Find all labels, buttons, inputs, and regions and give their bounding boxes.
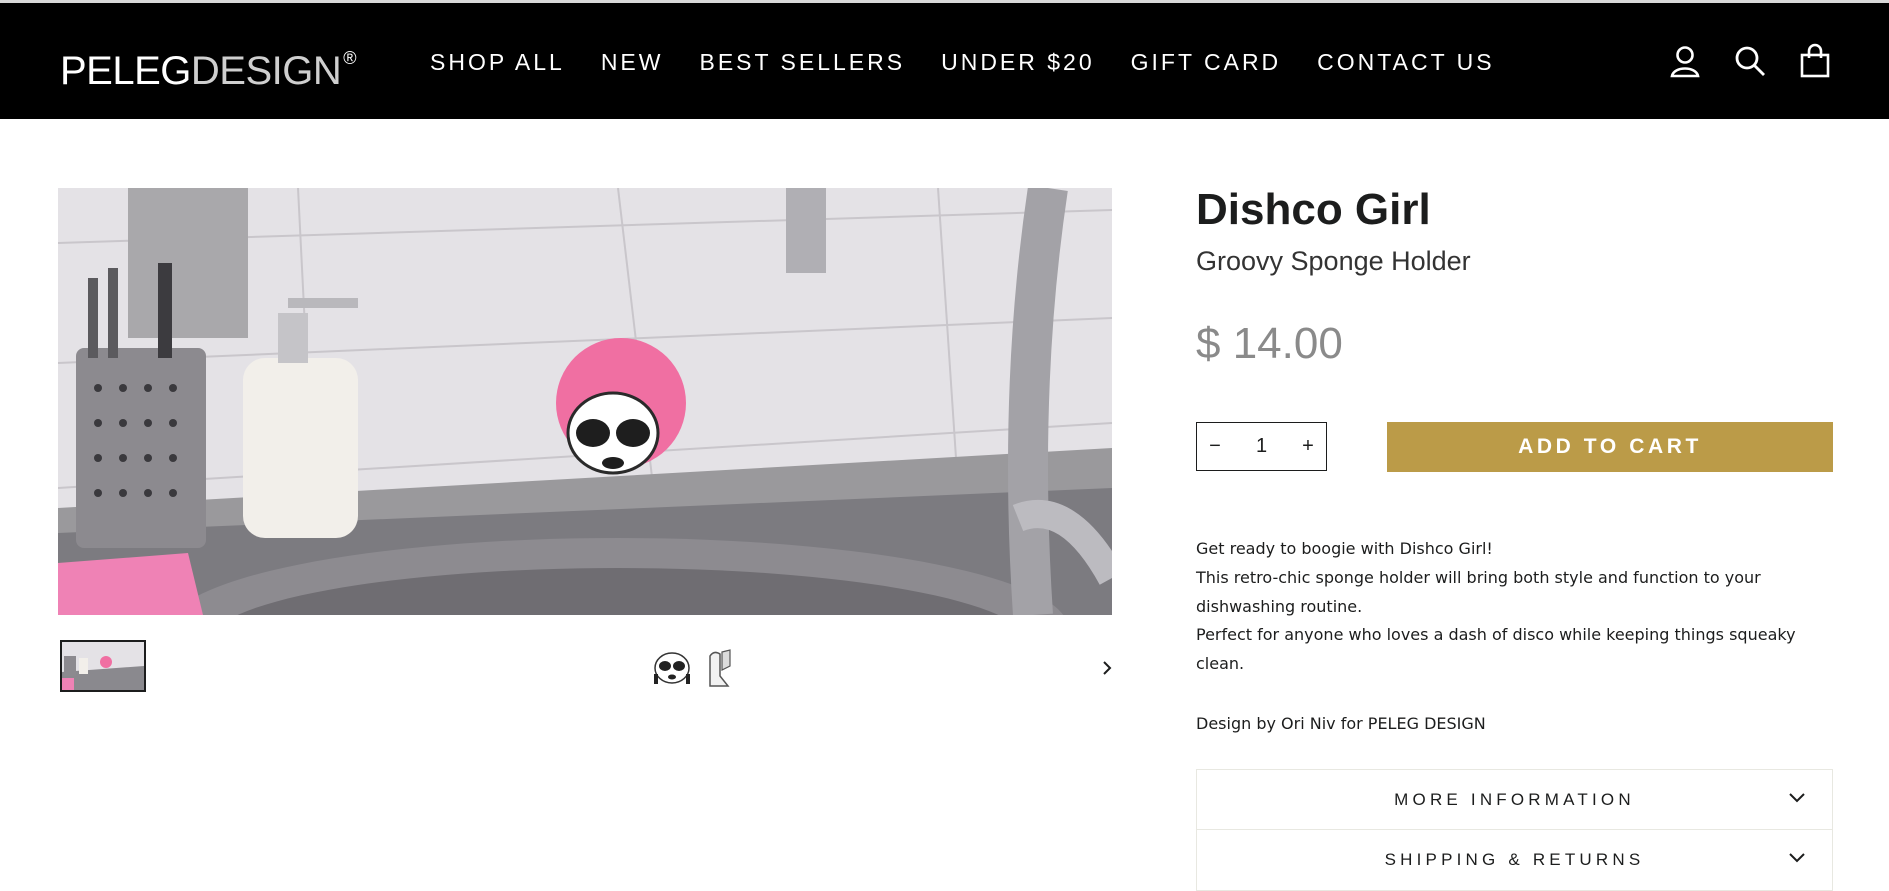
add-to-cart-button[interactable]: ADD TO CART — [1387, 422, 1833, 472]
product-description: Get ready to boogie with Dishco Girl! Th… — [1196, 535, 1816, 679]
search-icon[interactable] — [1734, 43, 1766, 79]
description-line: This retro-chic sponge holder will bring… — [1196, 567, 1761, 616]
product-price: $ 14.00 — [1196, 319, 1343, 368]
nav-shop-all[interactable]: SHOP ALL — [430, 43, 565, 81]
accordion-shipping-returns[interactable]: SHIPPING & RETURNS — [1197, 830, 1832, 890]
kitchen-sink-photo — [58, 188, 1112, 615]
description-line: Perfect for anyone who loves a dash of d… — [1196, 625, 1796, 674]
product-main-image[interactable] — [58, 188, 1112, 615]
nav-best-sellers[interactable]: BEST SELLERS — [699, 43, 905, 81]
main-nav: SHOP ALL NEW BEST SELLERS UNDER $20 GIFT… — [430, 43, 1531, 81]
designer-credit: Design by Ori Niv for PELEG DESIGN — [1196, 714, 1486, 733]
site-header: PELEGDESIGN ® SHOP ALL NEW BEST SELLERS U… — [0, 0, 1889, 119]
product-title: Dishco Girl — [1196, 185, 1431, 234]
thumbnail-kitchen-scene[interactable] — [60, 640, 146, 692]
header-icons — [1669, 43, 1831, 79]
chevron-down-icon — [1789, 793, 1805, 803]
quantity-increase-button[interactable]: + — [1290, 423, 1326, 470]
chevron-right-icon[interactable] — [1100, 655, 1116, 681]
accordion-label: MORE INFORMATION — [1394, 789, 1635, 809]
nav-gift-card[interactable]: GIFT CARD — [1131, 43, 1282, 81]
nav-new[interactable]: NEW — [601, 43, 664, 81]
nav-under-20[interactable]: UNDER $20 — [941, 43, 1095, 81]
product-accordion: MORE INFORMATION SHIPPING & RETURNS — [1196, 769, 1833, 891]
accordion-label: SHIPPING & RETURNS — [1384, 850, 1645, 869]
peleg-design-logo[interactable]: PELEGDESIGN ® — [60, 33, 357, 93]
account-icon[interactable] — [1669, 43, 1701, 79]
kitchen-scene-thumbnail-image — [62, 642, 144, 690]
description-line: Get ready to boogie with Dishco Girl! — [1196, 539, 1493, 558]
accordion-more-information[interactable]: MORE INFORMATION — [1197, 770, 1832, 830]
quantity-input[interactable] — [1236, 435, 1287, 458]
quantity-stepper: − + — [1196, 422, 1327, 471]
quantity-decrease-button[interactable]: − — [1197, 423, 1233, 470]
logo-text-design: DESIGN — [190, 49, 342, 93]
chevron-down-icon — [1789, 853, 1805, 863]
sponge-holder-side-thumbnail[interactable] — [704, 648, 734, 688]
logo-text-peleg: PELEG — [60, 49, 191, 93]
registered-mark: ® — [343, 48, 357, 68]
product-subtitle: Groovy Sponge Holder — [1196, 246, 1471, 276]
nav-contact-us[interactable]: CONTACT US — [1317, 43, 1494, 81]
dishco-girl-face-thumbnail[interactable] — [652, 648, 692, 688]
cart-icon[interactable] — [1799, 43, 1831, 79]
